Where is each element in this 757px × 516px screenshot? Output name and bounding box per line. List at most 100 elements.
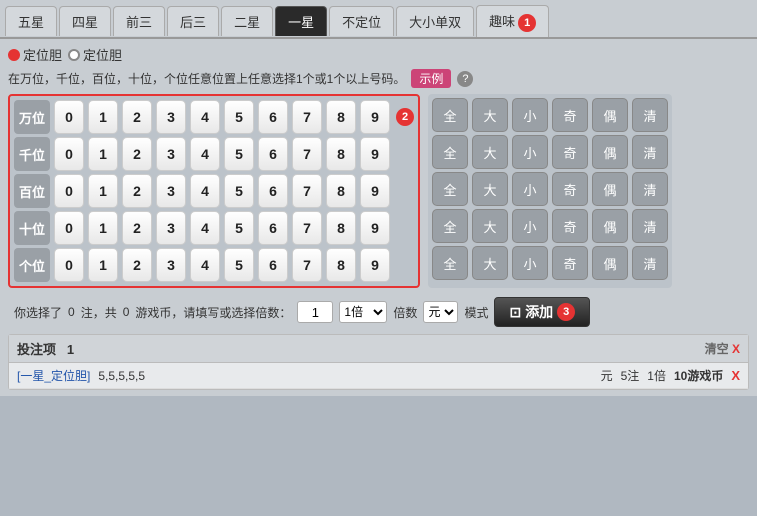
quick-btn-万位-清[interactable]: 清: [632, 98, 668, 132]
quick-btn-百位-偶[interactable]: 偶: [592, 172, 628, 206]
num-btn-个位-9[interactable]: 9: [360, 248, 390, 282]
num-btn-个位-2[interactable]: 2: [122, 248, 152, 282]
num-btn-百位-9[interactable]: 9: [360, 174, 390, 208]
num-btn-百位-7[interactable]: 7: [292, 174, 322, 208]
quick-btn-万位-偶[interactable]: 偶: [592, 98, 628, 132]
num-btn-个位-1[interactable]: 1: [88, 248, 118, 282]
quick-btn-千位-大[interactable]: 大: [472, 135, 508, 169]
num-btn-千位-4[interactable]: 4: [190, 137, 220, 171]
num-btn-个位-8[interactable]: 8: [326, 248, 356, 282]
num-btn-百位-0[interactable]: 0: [54, 174, 84, 208]
radio-label-1: 定位胆: [23, 45, 62, 64]
tab-五星[interactable]: 五星: [5, 6, 57, 36]
mode-select[interactable]: 元角分: [423, 301, 458, 323]
example-button[interactable]: 示例: [411, 69, 451, 88]
num-btn-百位-6[interactable]: 6: [258, 174, 288, 208]
num-btn-十位-0[interactable]: 0: [54, 211, 84, 245]
num-btn-十位-9[interactable]: 9: [360, 211, 390, 245]
quick-btn-个位-小[interactable]: 小: [512, 246, 548, 280]
num-btn-十位-5[interactable]: 5: [224, 211, 254, 245]
radio-option1[interactable]: 定位胆: [8, 45, 62, 64]
tab-后三[interactable]: 后三: [167, 6, 219, 36]
num-btn-百位-4[interactable]: 4: [190, 174, 220, 208]
num-btn-十位-7[interactable]: 7: [292, 211, 322, 245]
quick-btn-千位-奇[interactable]: 奇: [552, 135, 588, 169]
quick-btn-百位-奇[interactable]: 奇: [552, 172, 588, 206]
multiplier-input[interactable]: [297, 301, 333, 323]
bet-remove-button[interactable]: X: [731, 368, 740, 383]
num-btn-万位-1[interactable]: 1: [88, 100, 118, 134]
tab-不定位[interactable]: 不定位: [329, 6, 394, 36]
tab-一星[interactable]: 一星: [275, 6, 327, 36]
tab-趣味[interactable]: 趣味1: [476, 5, 549, 37]
num-btn-万位-3[interactable]: 3: [156, 100, 186, 134]
num-btn-万位-8[interactable]: 8: [326, 100, 356, 134]
tab-大小单双[interactable]: 大小单双: [396, 6, 474, 36]
tab-前三[interactable]: 前三: [113, 6, 165, 36]
quick-btn-万位-奇[interactable]: 奇: [552, 98, 588, 132]
num-btn-个位-0[interactable]: 0: [54, 248, 84, 282]
quick-btn-万位-小[interactable]: 小: [512, 98, 548, 132]
radio-option2[interactable]: 定位胆: [68, 45, 122, 64]
quick-btn-个位-清[interactable]: 清: [632, 246, 668, 280]
quick-btn-万位-大[interactable]: 大: [472, 98, 508, 132]
num-btn-万位-5[interactable]: 5: [224, 100, 254, 134]
num-btn-十位-1[interactable]: 1: [88, 211, 118, 245]
num-btn-百位-5[interactable]: 5: [224, 174, 254, 208]
quick-btn-千位-小[interactable]: 小: [512, 135, 548, 169]
quick-btn-十位-小[interactable]: 小: [512, 209, 548, 243]
num-btn-千位-8[interactable]: 8: [326, 137, 356, 171]
tab-二星[interactable]: 二星: [221, 6, 273, 36]
quick-btn-百位-全[interactable]: 全: [432, 172, 468, 206]
num-btn-千位-3[interactable]: 3: [156, 137, 186, 171]
help-icon[interactable]: ?: [457, 71, 473, 87]
quick-btn-百位-小[interactable]: 小: [512, 172, 548, 206]
quick-btn-千位-偶[interactable]: 偶: [592, 135, 628, 169]
quick-btn-十位-全[interactable]: 全: [432, 209, 468, 243]
num-btn-十位-6[interactable]: 6: [258, 211, 288, 245]
quick-btn-十位-大[interactable]: 大: [472, 209, 508, 243]
tab-四星[interactable]: 四星: [59, 6, 111, 36]
num-btn-千位-7[interactable]: 7: [292, 137, 322, 171]
clear-button[interactable]: 清空 X: [705, 340, 740, 357]
num-btn-个位-4[interactable]: 4: [190, 248, 220, 282]
quick-btn-十位-奇[interactable]: 奇: [552, 209, 588, 243]
quick-btn-个位-全[interactable]: 全: [432, 246, 468, 280]
quick-btn-个位-大[interactable]: 大: [472, 246, 508, 280]
num-btn-万位-9[interactable]: 9: [360, 100, 390, 134]
multiplier-select[interactable]: 1倍2倍3倍5倍10倍: [339, 301, 387, 323]
num-btn-万位-7[interactable]: 7: [292, 100, 322, 134]
num-btn-万位-2[interactable]: 2: [122, 100, 152, 134]
quick-btn-千位-全[interactable]: 全: [432, 135, 468, 169]
num-btn-个位-7[interactable]: 7: [292, 248, 322, 282]
num-btn-十位-8[interactable]: 8: [326, 211, 356, 245]
num-btn-个位-6[interactable]: 6: [258, 248, 288, 282]
num-btn-千位-1[interactable]: 1: [88, 137, 118, 171]
num-btn-万位-4[interactable]: 4: [190, 100, 220, 134]
num-btn-千位-5[interactable]: 5: [224, 137, 254, 171]
quick-btn-十位-偶[interactable]: 偶: [592, 209, 628, 243]
num-btn-十位-2[interactable]: 2: [122, 211, 152, 245]
quick-btn-十位-清[interactable]: 清: [632, 209, 668, 243]
quick-btn-千位-清[interactable]: 清: [632, 135, 668, 169]
num-btn-百位-1[interactable]: 1: [88, 174, 118, 208]
num-btn-个位-5[interactable]: 5: [224, 248, 254, 282]
quick-btn-个位-偶[interactable]: 偶: [592, 246, 628, 280]
num-btn-百位-8[interactable]: 8: [326, 174, 356, 208]
num-btn-个位-3[interactable]: 3: [156, 248, 186, 282]
num-btn-千位-0[interactable]: 0: [54, 137, 84, 171]
num-btn-万位-6[interactable]: 6: [258, 100, 288, 134]
num-btn-千位-2[interactable]: 2: [122, 137, 152, 171]
num-btn-万位-0[interactable]: 0: [54, 100, 84, 134]
quick-btn-万位-全[interactable]: 全: [432, 98, 468, 132]
add-button[interactable]: ⊡ 添加 3: [494, 297, 590, 327]
num-btn-十位-4[interactable]: 4: [190, 211, 220, 245]
quick-btn-百位-大[interactable]: 大: [472, 172, 508, 206]
num-btn-百位-2[interactable]: 2: [122, 174, 152, 208]
num-btn-十位-3[interactable]: 3: [156, 211, 186, 245]
quick-btn-个位-奇[interactable]: 奇: [552, 246, 588, 280]
quick-btn-百位-清[interactable]: 清: [632, 172, 668, 206]
num-btn-千位-6[interactable]: 6: [258, 137, 288, 171]
num-btn-千位-9[interactable]: 9: [360, 137, 390, 171]
num-btn-百位-3[interactable]: 3: [156, 174, 186, 208]
